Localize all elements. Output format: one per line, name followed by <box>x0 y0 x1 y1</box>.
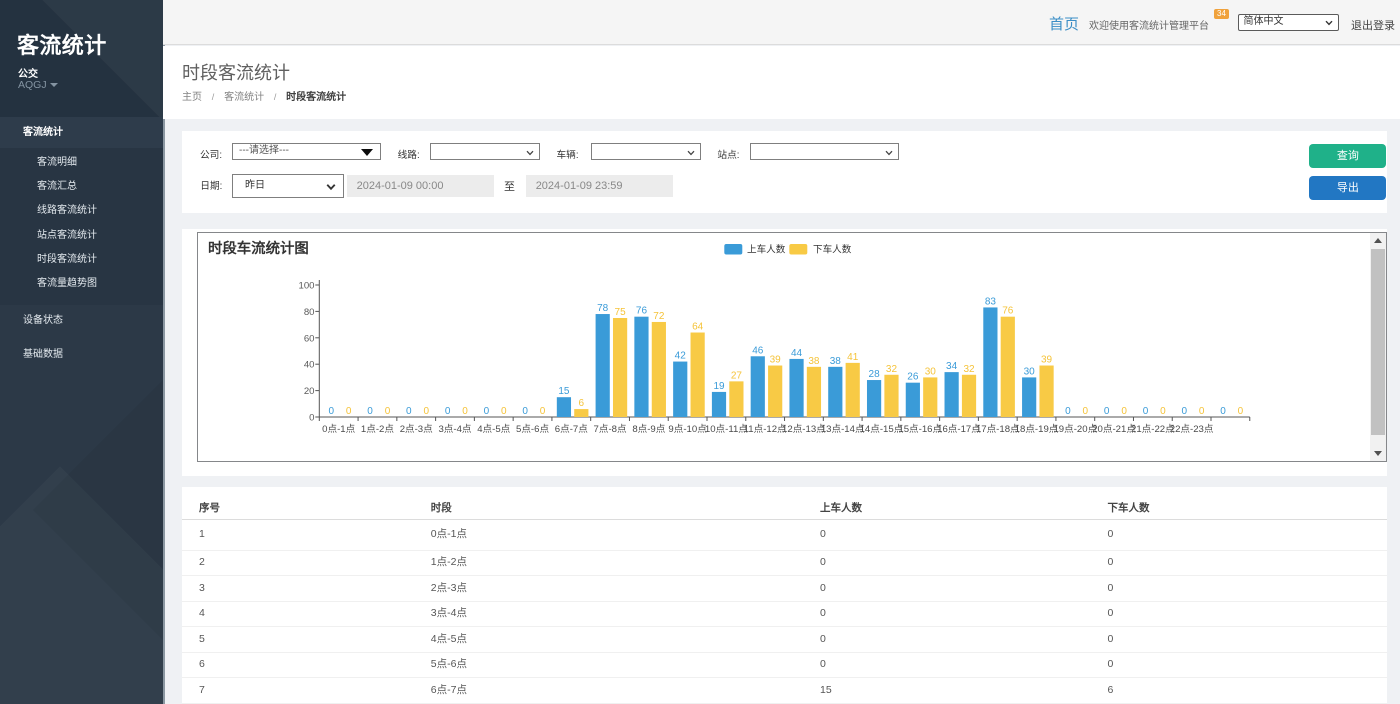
svg-text:72: 72 <box>653 311 665 322</box>
svg-text:0: 0 <box>385 406 391 417</box>
svg-text:42: 42 <box>675 351 687 362</box>
svg-text:0: 0 <box>1143 406 1149 417</box>
svg-text:100: 100 <box>298 281 314 292</box>
svg-text:0: 0 <box>1181 406 1187 417</box>
svg-text:时段车流统计图: 时段车流统计图 <box>208 239 309 257</box>
svg-text:0: 0 <box>367 406 373 417</box>
svg-text:17点-18点: 17点-18点 <box>976 424 1020 435</box>
svg-text:0: 0 <box>309 413 314 424</box>
svg-text:20点-21点: 20点-21点 <box>1092 424 1136 435</box>
svg-text:0: 0 <box>540 406 546 417</box>
svg-text:4点-5点: 4点-5点 <box>477 424 510 435</box>
svg-text:28: 28 <box>869 369 881 380</box>
svg-text:0: 0 <box>501 406 507 417</box>
svg-text:0: 0 <box>423 406 429 417</box>
svg-text:34: 34 <box>946 361 958 372</box>
svg-text:0: 0 <box>522 406 528 417</box>
svg-text:16点-17点: 16点-17点 <box>937 424 981 435</box>
svg-text:13点-14点: 13点-14点 <box>821 424 865 435</box>
svg-text:19点-20点: 19点-20点 <box>1053 424 1097 435</box>
svg-text:39: 39 <box>1041 355 1053 366</box>
svg-text:38: 38 <box>808 356 820 367</box>
svg-text:21点-22点: 21点-22点 <box>1131 424 1175 435</box>
svg-text:38: 38 <box>830 356 842 367</box>
svg-text:上车人数: 上车人数 <box>747 244 786 256</box>
svg-text:5点-6点: 5点-6点 <box>516 424 549 435</box>
svg-text:76: 76 <box>636 306 648 317</box>
svg-text:0: 0 <box>445 406 451 417</box>
svg-text:0: 0 <box>484 406 490 417</box>
svg-text:20: 20 <box>304 386 315 397</box>
svg-text:7点-8点: 7点-8点 <box>594 424 627 435</box>
svg-text:41: 41 <box>847 352 859 363</box>
svg-text:0: 0 <box>329 406 335 417</box>
svg-text:10点-11点: 10点-11点 <box>705 424 748 435</box>
svg-text:76: 76 <box>1002 306 1014 317</box>
svg-text:1点-2点: 1点-2点 <box>361 424 394 435</box>
svg-text:14点-15点: 14点-15点 <box>860 424 904 435</box>
svg-text:0: 0 <box>1121 406 1127 417</box>
svg-text:0: 0 <box>406 406 412 417</box>
svg-text:75: 75 <box>615 307 627 318</box>
svg-text:80: 80 <box>304 307 315 318</box>
svg-text:9点-10点: 9点-10点 <box>668 424 707 435</box>
svg-text:19: 19 <box>713 381 725 392</box>
svg-text:40: 40 <box>304 360 315 371</box>
svg-text:2点-3点: 2点-3点 <box>400 424 433 435</box>
svg-text:18点-19点: 18点-19点 <box>1015 424 1059 435</box>
svg-text:0: 0 <box>1238 406 1244 417</box>
svg-text:11点-12点: 11点-12点 <box>744 424 787 435</box>
svg-text:26: 26 <box>907 372 919 383</box>
svg-text:12点-13点: 12点-13点 <box>782 424 826 435</box>
svg-text:0: 0 <box>1220 406 1226 417</box>
svg-text:15点-16点: 15点-16点 <box>898 424 942 435</box>
svg-text:32: 32 <box>963 364 975 375</box>
svg-text:0: 0 <box>346 406 352 417</box>
svg-text:0: 0 <box>1065 406 1071 417</box>
svg-text:8点-9点: 8点-9点 <box>632 424 665 435</box>
svg-text:44: 44 <box>791 348 803 359</box>
svg-text:0: 0 <box>1199 406 1205 417</box>
svg-text:32: 32 <box>886 364 898 375</box>
svg-text:下车人数: 下车人数 <box>813 244 852 256</box>
svg-text:3点-4点: 3点-4点 <box>438 424 471 435</box>
svg-text:78: 78 <box>597 303 609 314</box>
svg-text:0: 0 <box>1083 406 1089 417</box>
svg-text:39: 39 <box>770 355 782 366</box>
svg-text:22点-23点: 22点-23点 <box>1170 424 1214 435</box>
svg-text:30: 30 <box>1024 366 1036 377</box>
svg-text:0点-1点: 0点-1点 <box>322 424 355 435</box>
svg-text:6: 6 <box>579 398 585 409</box>
svg-text:0: 0 <box>462 406 468 417</box>
svg-text:64: 64 <box>692 322 704 333</box>
svg-text:30: 30 <box>925 366 937 377</box>
svg-text:60: 60 <box>304 333 315 344</box>
svg-text:0: 0 <box>1160 406 1166 417</box>
svg-text:15: 15 <box>558 386 570 397</box>
svg-text:27: 27 <box>731 370 743 381</box>
svg-text:0: 0 <box>1104 406 1110 417</box>
svg-text:6点-7点: 6点-7点 <box>555 424 588 435</box>
svg-text:83: 83 <box>985 296 997 307</box>
svg-text:46: 46 <box>752 345 764 356</box>
